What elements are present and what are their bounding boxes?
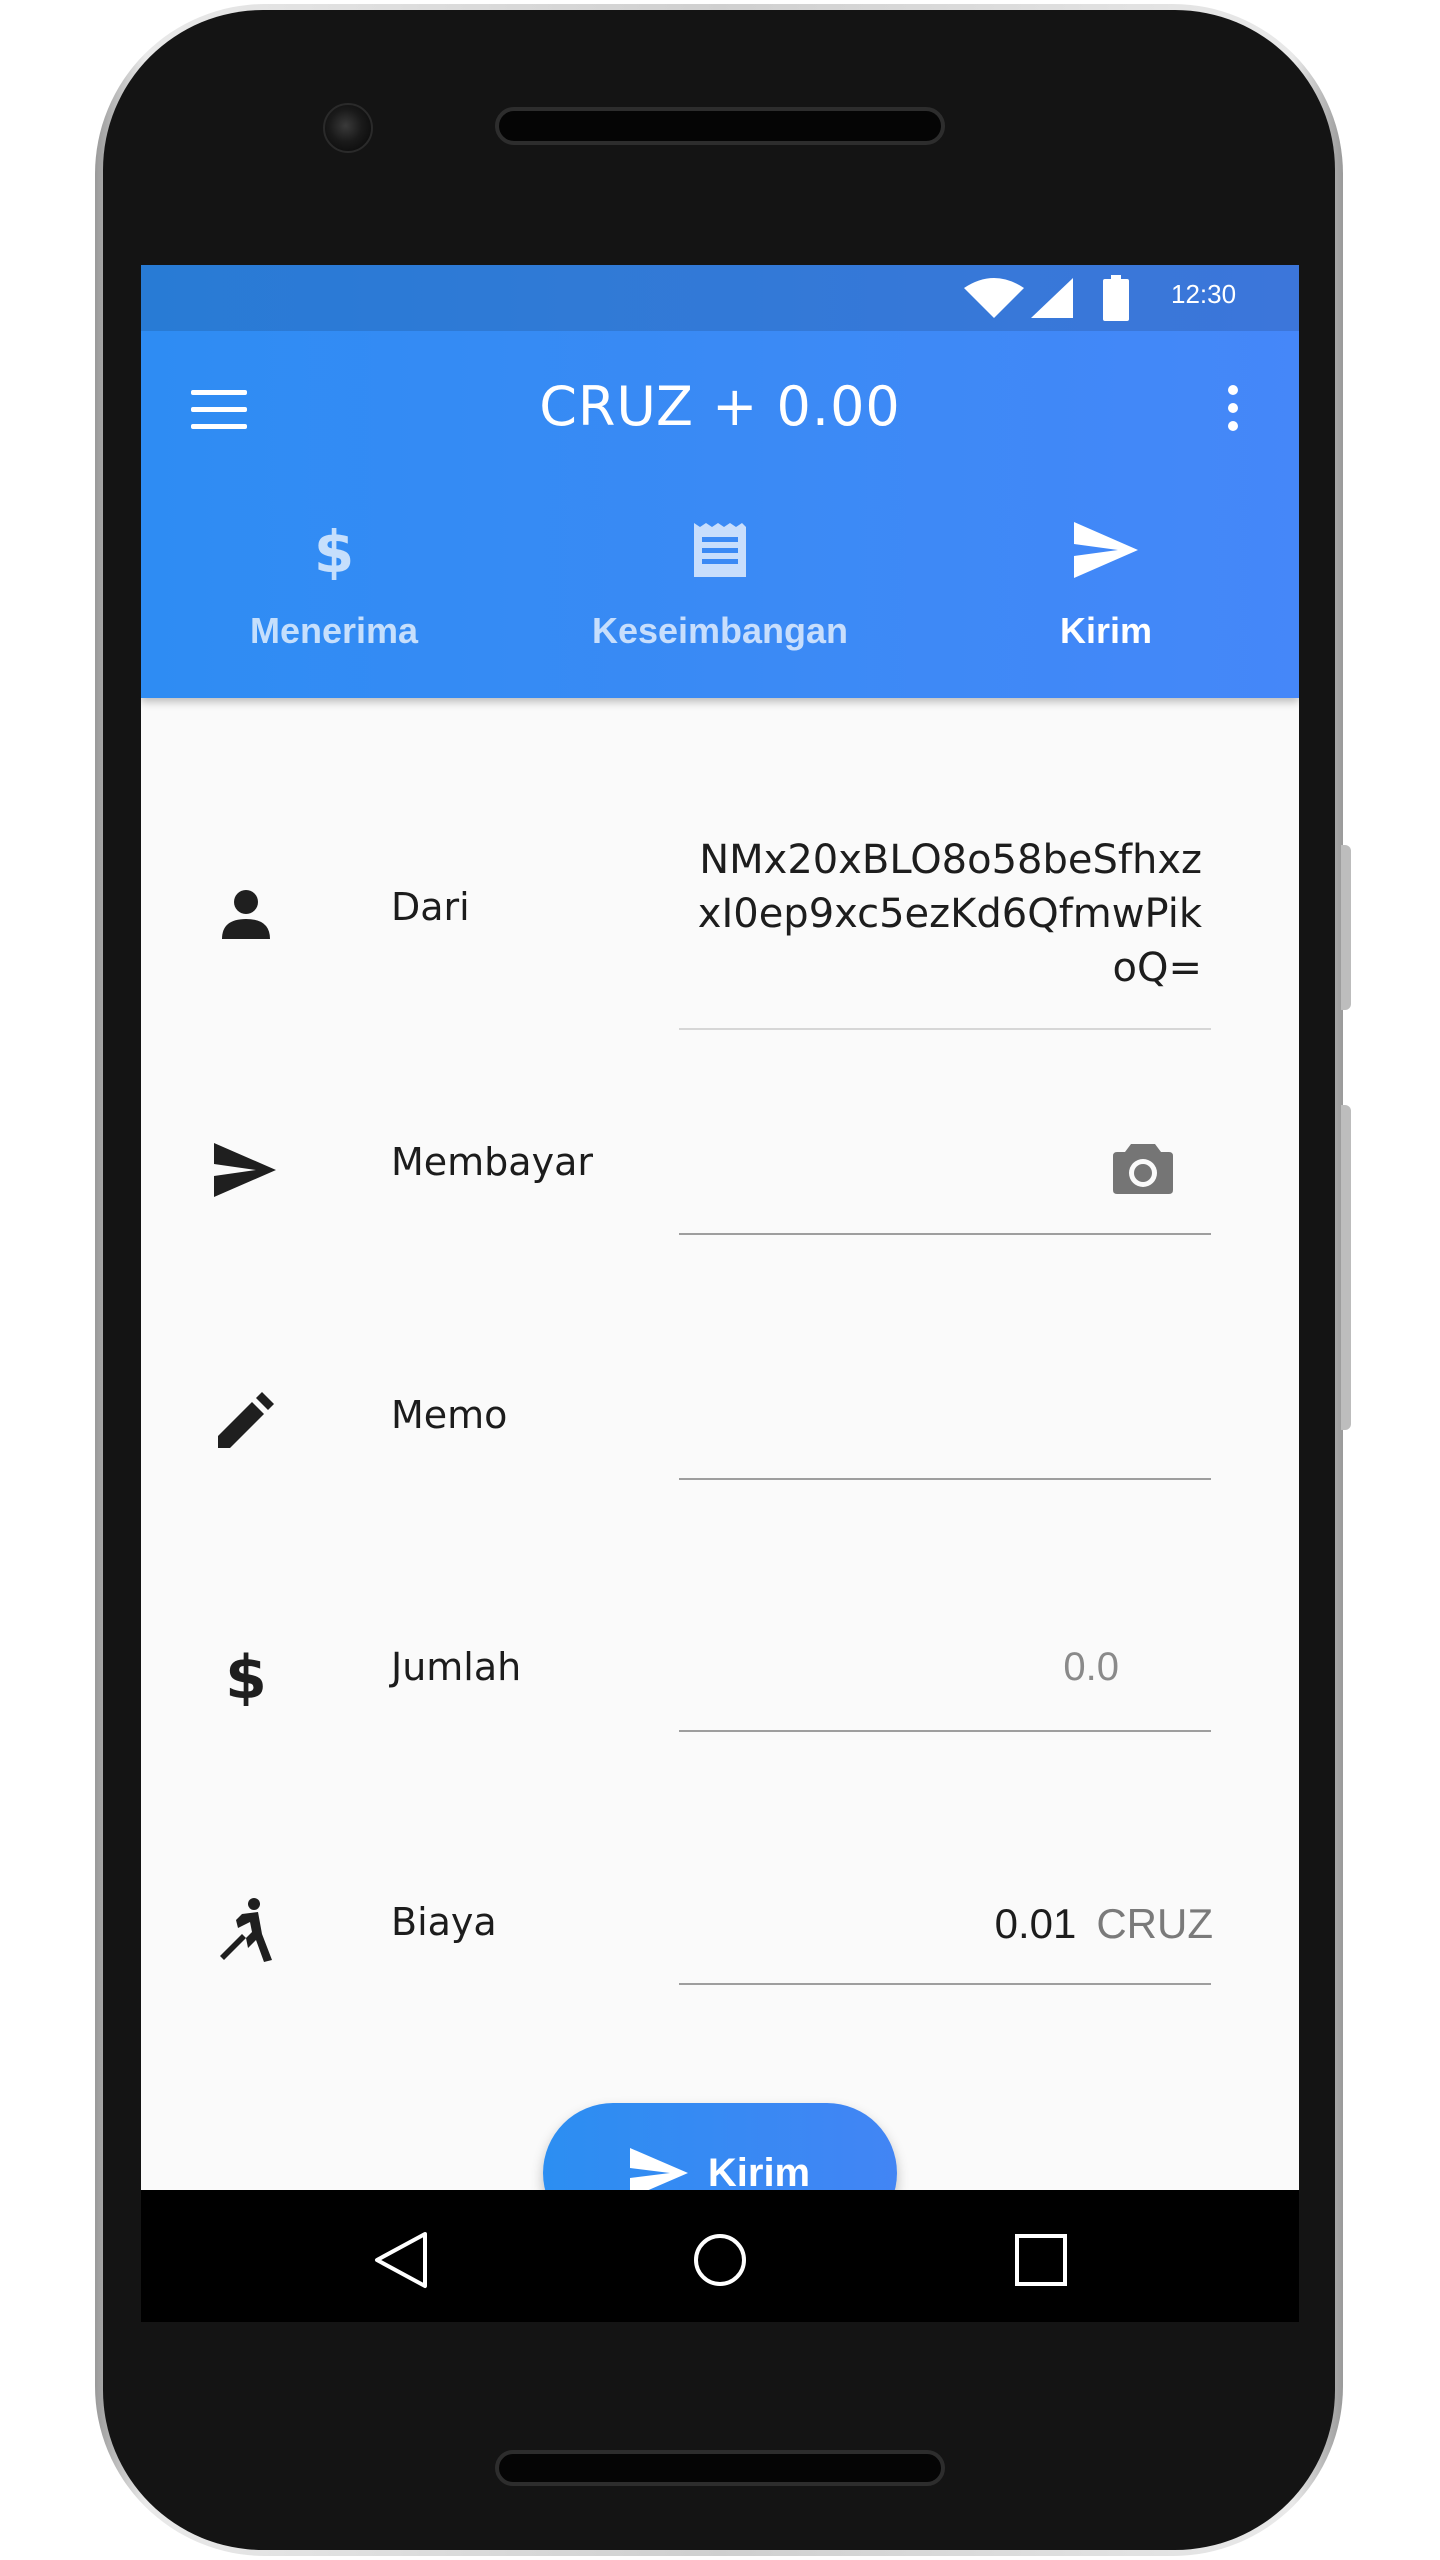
memo-input[interactable] [679, 1380, 1211, 1440]
volume-button [1341, 1105, 1351, 1430]
cell-signal-icon [1031, 278, 1073, 318]
send-icon [211, 1135, 281, 1205]
more-vert-icon [1228, 385, 1238, 395]
app-bar: 12:30 CRUZ + 0.00 $ Menerima Keseimbanga… [141, 265, 1299, 698]
home-button[interactable] [685, 2230, 755, 2290]
walker-icon [211, 1895, 281, 1965]
send-icon [1074, 522, 1138, 578]
fee-label: Biaya [391, 1900, 497, 1944]
dollar-icon: $ [314, 520, 354, 580]
recents-button[interactable] [1006, 2230, 1076, 2290]
dollar-icon: $ [211, 1640, 281, 1710]
from-address[interactable]: NMx20xBLO8o58beSfhxzxI0ep9xc5ezKd6QfmwPi… [679, 833, 1202, 995]
fee-amount: 0.01 [994, 1900, 1077, 1947]
tab-send-label: Kirim [1059, 610, 1153, 651]
front-camera [323, 103, 373, 153]
back-triangle-icon [375, 2232, 427, 2288]
send-button-label: Kirim [707, 2150, 811, 2195]
tab-balance[interactable]: Keseimbangan [527, 515, 913, 698]
fee-input[interactable]: 0.01 CRUZ [679, 1900, 1213, 1948]
top-speaker [495, 107, 945, 145]
person-icon [211, 880, 281, 950]
memo-field-underline [679, 1478, 1211, 1480]
recents-square-icon [1015, 2234, 1067, 2286]
tab-send[interactable]: Kirim [913, 515, 1299, 698]
svg-text:$: $ [314, 520, 354, 580]
pay-to-field-underline [679, 1233, 1211, 1235]
more-options-button[interactable] [1223, 385, 1243, 441]
status-time: 12:30 [1171, 279, 1237, 309]
bottom-speaker [495, 2450, 945, 2486]
amount-input[interactable]: 0.0 [679, 1645, 1119, 1690]
memo-label: Memo [391, 1393, 508, 1437]
battery-icon [1103, 275, 1129, 321]
amount-field-underline [679, 1730, 1211, 1732]
app-screen: 12:30 CRUZ + 0.00 $ Menerima Keseimbanga… [141, 265, 1299, 2322]
pay-to-label: Membayar [391, 1140, 593, 1184]
back-button[interactable] [366, 2230, 436, 2290]
fee-field-underline [679, 1983, 1211, 1985]
tab-receive-label: Menerima [249, 610, 419, 651]
tab-receive[interactable]: $ Menerima [141, 515, 527, 698]
receipt-icon [694, 523, 746, 577]
camera-icon[interactable] [1113, 1140, 1173, 1196]
fee-unit: CRUZ [1096, 1900, 1213, 1947]
amount-label: Jumlah [391, 1645, 522, 1689]
home-circle-icon [694, 2234, 746, 2286]
status-bar: 12:30 [141, 265, 1299, 331]
wifi-icon [964, 278, 1024, 318]
svg-text:$: $ [226, 1644, 266, 1706]
from-label: Dari [391, 885, 470, 929]
page-title: CRUZ + 0.00 [539, 375, 901, 438]
from-field-underline [679, 1028, 1211, 1030]
pencil-icon [211, 1385, 281, 1455]
system-nav-bar [141, 2190, 1299, 2322]
power-button [1341, 845, 1351, 1010]
tab-balance-label: Keseimbangan [591, 610, 849, 651]
